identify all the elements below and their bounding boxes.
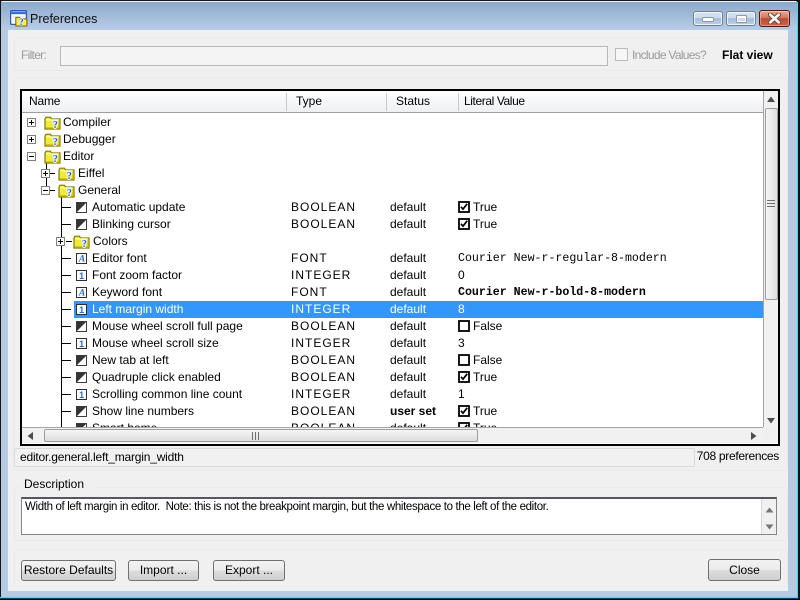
svg-text:1: 1 — [79, 271, 84, 281]
svg-text:A: A — [78, 255, 85, 264]
svg-text:?: ? — [19, 17, 24, 27]
svg-text:1: 1 — [79, 339, 84, 349]
svg-text:A: A — [78, 289, 85, 298]
svg-text:?: ? — [67, 188, 72, 198]
svg-text:1: 1 — [79, 390, 84, 400]
svg-text:?: ? — [67, 171, 72, 181]
svg-text:?: ? — [53, 137, 58, 147]
svg-text:1: 1 — [79, 305, 84, 315]
svg-text:?: ? — [53, 154, 58, 164]
svg-text:?: ? — [82, 239, 87, 249]
svg-text:?: ? — [53, 120, 58, 130]
